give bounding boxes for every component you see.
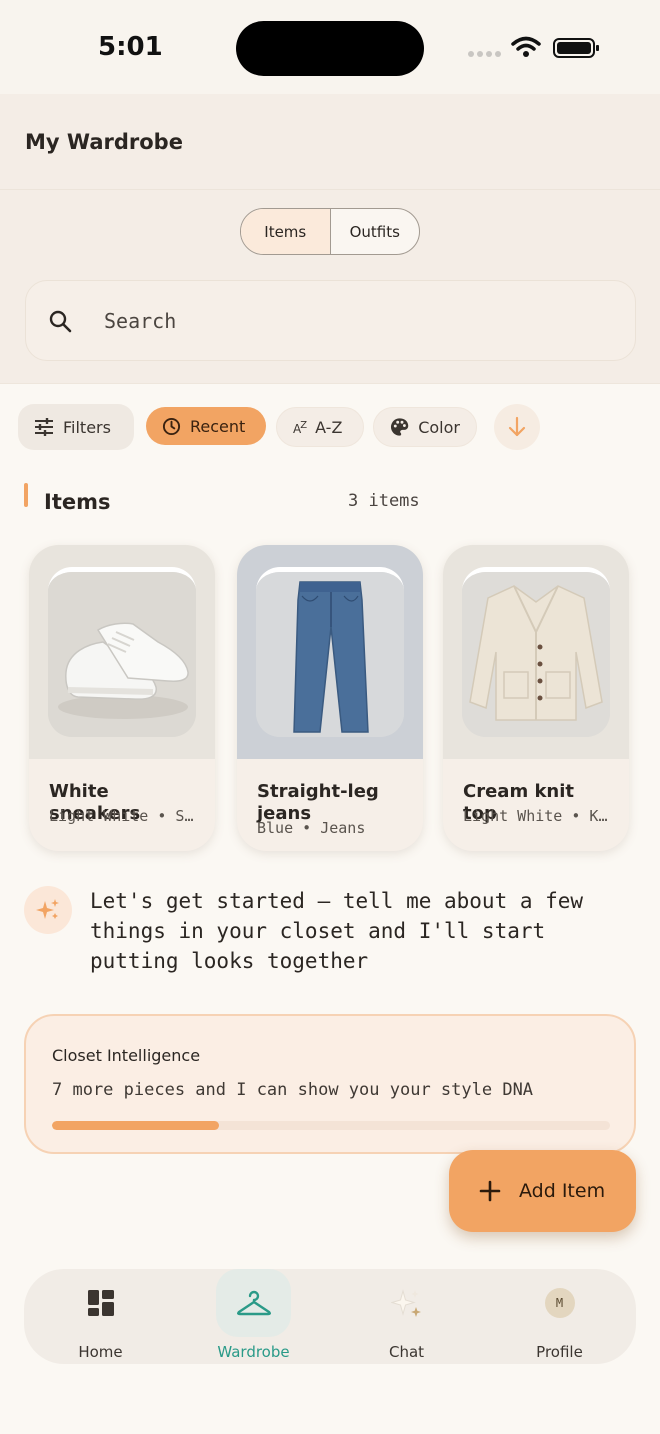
plus-icon [479, 1180, 501, 1202]
item-meta: Light White • Knitwear [463, 807, 613, 825]
item-media [237, 545, 423, 759]
intel-text: 7 more pieces and I can show you your st… [52, 1080, 534, 1100]
tab-items[interactable]: Items [241, 209, 330, 254]
item-count: 3 items [348, 491, 420, 511]
bottom-nav: Home Wardrobe Chat M Profile [24, 1269, 636, 1364]
status-time: 5:01 [98, 32, 163, 62]
blue-jeans-photo [256, 567, 404, 737]
search-input[interactable] [104, 307, 604, 335]
assistant-message: Let's get started — tell me about a few … [90, 889, 584, 973]
search-box[interactable] [25, 280, 636, 361]
page-title: My Wardrobe [25, 130, 183, 154]
intel-title: Closet Intelligence [52, 1046, 201, 1065]
item-card[interactable]: Cream knit top Light White • Knitwear [443, 545, 629, 851]
arrow-down-icon [508, 416, 526, 437]
item-meta: Light White • Sneakers [49, 807, 199, 825]
sparkles-icon [390, 1289, 421, 1317]
tune-icon [35, 418, 53, 436]
item-card[interactable]: Straight-leg jeans Blue • Jeans [237, 545, 423, 851]
nav-item-chat[interactable]: Chat [330, 1269, 483, 1364]
closet-intelligence-card: Closet Intelligence 7 more pieces and I … [24, 1014, 636, 1154]
nav-item-home[interactable]: Home [24, 1269, 177, 1364]
sort-recent-chip[interactable]: Recent [146, 407, 266, 445]
filters-button[interactable]: Filters [18, 404, 134, 450]
sparkle-icon [36, 899, 59, 919]
progress-bar [52, 1121, 610, 1130]
assistant-avatar [24, 886, 72, 934]
search-icon [49, 310, 72, 333]
section-accent-bar [24, 483, 28, 507]
progress-fill [52, 1121, 220, 1130]
section-title: Items [44, 490, 111, 514]
nav-label-chat: Chat [388, 1343, 425, 1361]
dynamic-island [236, 21, 424, 76]
sort-recent-label: Recent [190, 416, 246, 436]
white-sneakers-photo [48, 567, 196, 737]
palette-icon [390, 418, 409, 436]
sort-direction-button[interactable] [494, 404, 540, 450]
battery-icon [553, 38, 599, 58]
nav-label-profile: Profile [536, 1343, 583, 1361]
item-media [443, 545, 629, 759]
nav-item-profile[interactable]: M Profile [483, 1269, 636, 1364]
sort-color-label: Color [418, 417, 460, 437]
sort-az-chip[interactable]: AZ A-Z [276, 407, 364, 447]
nav-label-home: Home [78, 1343, 123, 1361]
app-header: My Wardrobe [0, 94, 660, 190]
sort-alpha-icon: AZ [293, 419, 307, 436]
signal-dots-icon [468, 51, 501, 57]
status-bar: 5:01 [0, 0, 660, 94]
hanger-icon [236, 1290, 271, 1316]
nav-item-wardrobe[interactable]: Wardrobe [177, 1269, 330, 1364]
item-media [29, 545, 215, 759]
tab-outfits[interactable]: Outfits [329, 209, 420, 254]
sort-az-label: A-Z [315, 417, 343, 437]
clock-icon [162, 417, 181, 435]
item-card[interactable]: White sneakers Light White • Sneakers [29, 545, 215, 851]
filters-label: Filters [63, 417, 111, 437]
add-item-label: Add Item [519, 1180, 606, 1202]
wifi-icon [511, 36, 541, 57]
cream-cardigan-photo [462, 567, 610, 737]
add-item-button[interactable]: Add Item [449, 1150, 636, 1232]
avatar: M [544, 1288, 575, 1318]
sort-color-chip[interactable]: Color [373, 407, 477, 447]
item-meta: Blue • Jeans [257, 819, 366, 837]
nav-label-wardrobe: Wardrobe [217, 1343, 290, 1361]
home-grid-icon [87, 1290, 114, 1316]
view-toggle: Items Outfits [240, 208, 420, 255]
